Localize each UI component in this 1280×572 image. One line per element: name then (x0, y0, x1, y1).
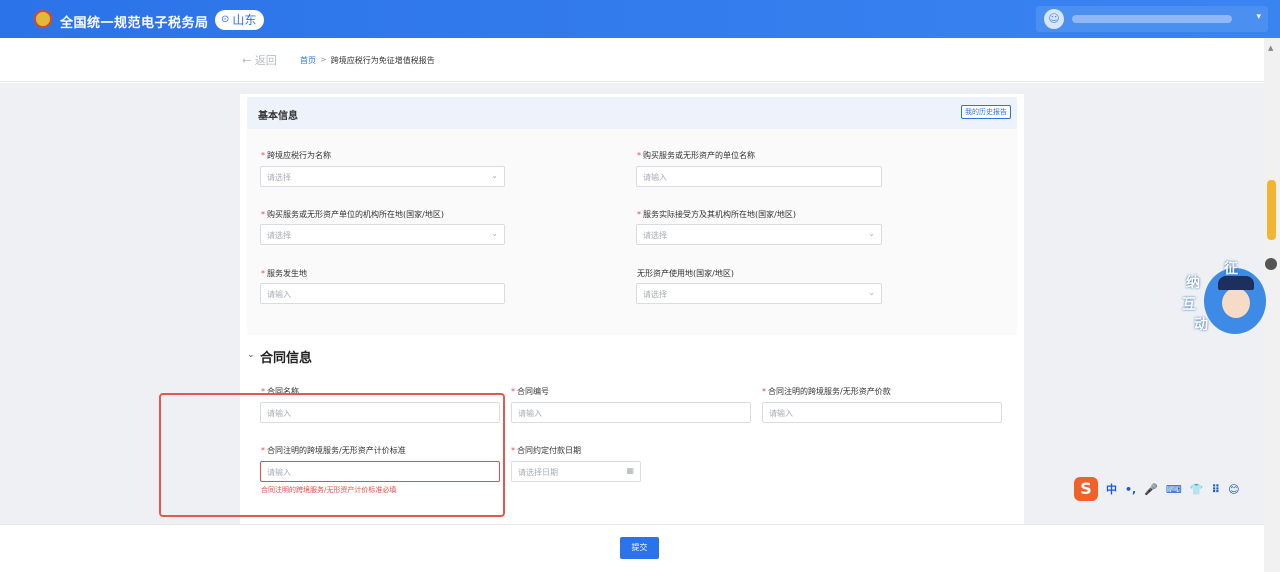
mascot-char: 动 (1194, 317, 1208, 333)
field-label: * 合同约定付款日期 (511, 446, 581, 455)
location-pin-icon: ⊙ (221, 14, 230, 25)
scroll-up-icon[interactable]: ▲ (1268, 44, 1273, 52)
field-label: * 服务实际接受方及其机构所在地(国家/地区) (637, 210, 796, 219)
mascot-hat (1218, 276, 1254, 290)
contract-info-title: 合同信息 (260, 351, 313, 366)
app-title: 全国统一规范电子税务局 (60, 16, 209, 31)
basic-info-header: 基本信息 我的历史报告 (247, 97, 1017, 129)
receiver-location-select[interactable]: 请选择 ⌄ (636, 224, 882, 245)
contract-no-input[interactable]: 请输入 (511, 402, 751, 423)
buyer-location-select[interactable]: 请选择 ⌄ (260, 224, 505, 245)
region-label: 山东 (232, 13, 257, 27)
ime-chinese-mode[interactable]: 中 (1106, 481, 1117, 497)
chevron-down-icon: ⌄ (491, 229, 498, 238)
tax-emblem-icon (34, 10, 52, 28)
intangible-use-place-select[interactable]: 请选择 ⌄ (636, 283, 882, 304)
submit-button[interactable]: 提交 (620, 537, 659, 559)
interaction-mascot-widget[interactable]: 征 纳 互 动 (1180, 261, 1266, 340)
mascot-char: 纳 (1186, 275, 1200, 291)
contract-price-input[interactable]: 请输入 (762, 402, 1002, 423)
region-selector[interactable]: ⊙ 山东 (215, 10, 265, 30)
annotation-highlight-box (159, 393, 505, 517)
field-label: * 合同注明的跨境服务/无形资产价款 (762, 387, 891, 396)
sogou-logo-icon[interactable]: S (1074, 477, 1098, 501)
basic-info-title: 基本信息 (258, 111, 298, 122)
service-place-input[interactable]: 请输入 (260, 283, 505, 304)
top-navbar: 全国统一规范电子税务局 ⊙ 山东 ☺ ▾ (0, 0, 1280, 38)
ime-toolbar[interactable]: S 中 •, 🎤 ⌨ 👕 ⠿ 😊 (1074, 476, 1274, 502)
user-avatar-icon: ☺ (1044, 9, 1064, 29)
breadcrumb-home[interactable]: 首页 (300, 55, 316, 66)
chevron-down-icon: ⌄ (491, 171, 498, 180)
field-label: * 购买服务或无形资产单位的机构所在地(国家/地区) (261, 210, 444, 219)
payment-date-picker[interactable]: 请选择日期 ▦ (511, 461, 641, 482)
field-label: * 购买服务或无形资产的单位名称 (637, 151, 755, 160)
mascot-char: 征 (1224, 261, 1238, 277)
breadcrumb: 首页 > 跨境应税行为免征增值税报告 (300, 55, 435, 66)
breadcrumb-separator: > (320, 55, 327, 64)
breadcrumb-current: 跨境应税行为免征增值税报告 (330, 56, 435, 65)
user-name-redacted (1072, 15, 1232, 23)
user-menu[interactable]: ☺ ▾ (1036, 6, 1268, 32)
side-handle[interactable] (1265, 258, 1277, 270)
field-label: * 合同编号 (511, 387, 549, 396)
chevron-down-icon: ⌄ (868, 229, 875, 238)
back-link[interactable]: ← 返回 (242, 52, 277, 68)
ime-emoji-icon[interactable]: 😊 (1228, 483, 1239, 496)
cross-border-name-select[interactable]: 请选择 ⌄ (260, 166, 505, 187)
ime-toolbox-icon[interactable]: ⠿ (1212, 483, 1221, 496)
buyer-name-input[interactable]: 请输入 (636, 166, 882, 187)
chevron-down-icon: ▾ (1256, 12, 1261, 22)
breadcrumb-bar: ← 返回 首页 > 跨境应税行为免征增值税报告 (0, 38, 1264, 82)
ime-keyboard-icon[interactable]: ⌨ (1166, 483, 1182, 496)
history-report-button[interactable]: 我的历史报告 (961, 105, 1011, 119)
mascot-face (1222, 288, 1250, 318)
scrollbar-thumb[interactable] (1267, 180, 1276, 240)
ime-punctuation-icon[interactable]: •, (1125, 483, 1136, 496)
chevron-down-icon: ⌄ (868, 288, 875, 297)
collapse-chevron-icon[interactable]: ⌄ (247, 350, 255, 360)
ime-skin-icon[interactable]: 👕 (1190, 483, 1204, 496)
field-label: * 跨境应税行为名称 (261, 151, 331, 160)
ime-voice-icon[interactable]: 🎤 (1144, 483, 1158, 496)
mascot-char: 互 (1182, 297, 1196, 313)
field-label: * 服务发生地 (261, 269, 307, 278)
field-label: 无形资产使用地(国家/地区) (637, 269, 734, 278)
calendar-icon: ▦ (626, 466, 634, 475)
